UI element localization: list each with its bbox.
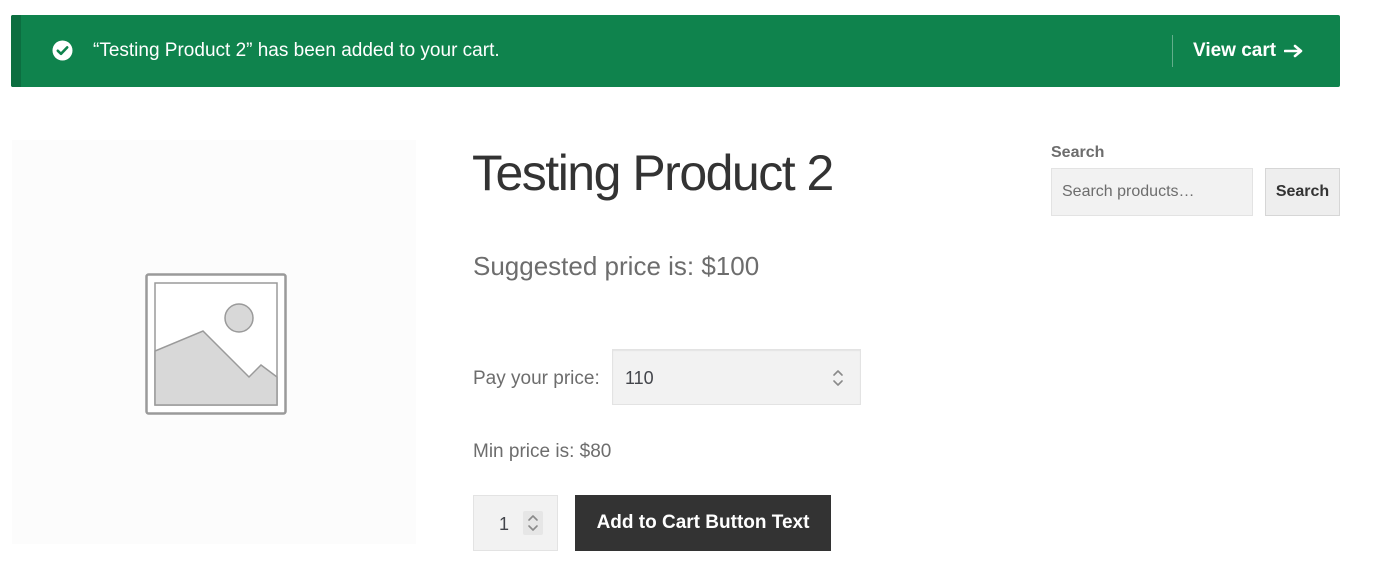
search-button[interactable]: Search — [1265, 168, 1340, 216]
view-cart-link[interactable]: View cart — [1193, 15, 1304, 87]
check-circle-icon — [52, 40, 73, 61]
quantity-input[interactable]: 1 — [473, 495, 558, 551]
pay-your-price-input[interactable]: 110 — [612, 349, 861, 405]
product-title: Testing Product 2 — [472, 145, 834, 201]
quantity-spinner-icon[interactable] — [523, 511, 543, 535]
notice-message: “Testing Product 2” has been added to yo… — [93, 40, 500, 61]
product-image[interactable] — [12, 140, 416, 544]
search-widget-title: Search — [1051, 144, 1105, 161]
cart-notice-banner: “Testing Product 2” has been added to yo… — [11, 15, 1340, 87]
notice-divider — [1172, 35, 1173, 67]
image-placeholder-icon — [145, 273, 287, 415]
quantity-value: 1 — [499, 514, 510, 534]
add-to-cart-button[interactable]: Add to Cart Button Text — [575, 495, 831, 551]
arrow-right-icon — [1284, 44, 1303, 58]
min-price: Min price is: $80 — [473, 441, 612, 462]
search-input[interactable] — [1051, 168, 1253, 216]
pay-your-price-label: Pay your price: — [473, 368, 600, 389]
view-cart-label: View cart — [1193, 40, 1277, 61]
pay-your-price-value: 110 — [625, 368, 654, 388]
suggested-price: Suggested price is: $100 — [473, 251, 760, 281]
notice-stripe — [11, 15, 21, 87]
number-spinner-icon[interactable] — [828, 366, 848, 390]
